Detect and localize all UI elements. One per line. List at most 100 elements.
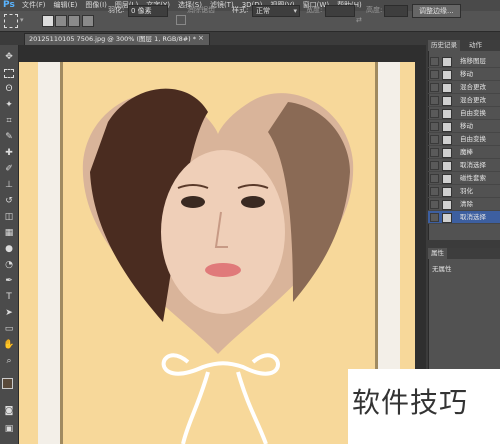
history-step-icon bbox=[442, 213, 452, 223]
history-state-checkbox[interactable] bbox=[430, 70, 439, 79]
swap-icon[interactable]: ⇄ bbox=[356, 14, 362, 26]
path-select-icon[interactable]: ➤ bbox=[3, 307, 15, 319]
history-state-checkbox[interactable] bbox=[430, 213, 439, 222]
history-item[interactable]: 拖移图层 bbox=[428, 55, 500, 68]
add-selection-icon[interactable] bbox=[55, 15, 67, 27]
history-step-icon bbox=[442, 187, 452, 197]
new-selection-icon[interactable] bbox=[42, 15, 54, 27]
eyedropper-icon[interactable]: ✎ bbox=[3, 131, 15, 143]
history-step-icon bbox=[442, 135, 452, 145]
crop-tool-icon[interactable]: ⌗ bbox=[3, 115, 15, 127]
history-state-checkbox[interactable] bbox=[430, 96, 439, 105]
intersect-selection-icon[interactable] bbox=[82, 15, 94, 27]
gradient-tool-icon[interactable]: ▦ bbox=[3, 227, 15, 239]
history-step-icon bbox=[442, 174, 452, 184]
properties-content: 无属性 bbox=[432, 265, 452, 273]
feather-input[interactable]: 0 像素 bbox=[128, 5, 168, 17]
history-item-label: 自由变换 bbox=[460, 135, 486, 143]
history-item[interactable]: 移动 bbox=[428, 68, 500, 81]
move-tool-icon[interactable]: ✥ bbox=[3, 51, 15, 63]
refine-edge-button[interactable]: 调整边缘... bbox=[412, 4, 461, 18]
type-tool-icon[interactable]: T bbox=[3, 291, 15, 303]
history-item[interactable]: 取消选择 bbox=[428, 159, 500, 172]
history-item[interactable]: 羽化 bbox=[428, 185, 500, 198]
feather-value: 0 像素 bbox=[131, 7, 152, 15]
healing-brush-icon[interactable]: ✚ bbox=[3, 147, 15, 159]
history-step-icon bbox=[442, 109, 452, 119]
chevron-down-icon[interactable]: ▾ bbox=[20, 14, 25, 26]
history-item-label: 混合更改 bbox=[460, 96, 486, 104]
tab-history[interactable]: 历史记录 bbox=[428, 40, 460, 51]
brush-tool-icon[interactable]: ✐ bbox=[3, 163, 15, 175]
tab-properties[interactable]: 属性 bbox=[428, 248, 447, 259]
history-item-label: 取消选择 bbox=[460, 161, 486, 169]
history-item[interactable]: 清除 bbox=[428, 198, 500, 211]
history-item-label: 拖移图层 bbox=[460, 57, 486, 65]
subtract-selection-icon[interactable] bbox=[68, 15, 80, 27]
history-state-checkbox[interactable] bbox=[430, 200, 439, 209]
history-state-checkbox[interactable] bbox=[430, 109, 439, 118]
history-item[interactable]: 磁性套索 bbox=[428, 172, 500, 185]
history-state-checkbox[interactable] bbox=[430, 187, 439, 196]
history-step-icon bbox=[442, 200, 452, 210]
marquee-tool-icon[interactable] bbox=[3, 67, 15, 79]
antialias-checkbox[interactable] bbox=[176, 15, 186, 25]
toolbox: ✥ ʘ ✦ ⌗ ✎ ✚ ✐ ⊥ ↺ ◫ ▦ ● ◔ ✒ T ➤ ▭ ✋ ⌕ ◙ … bbox=[0, 45, 19, 444]
eraser-icon[interactable]: ◫ bbox=[3, 211, 15, 223]
tab-actions[interactable]: 动作 bbox=[466, 40, 485, 51]
properties-tab-bar: 属性 bbox=[428, 248, 500, 259]
shape-tool-icon[interactable]: ▭ bbox=[3, 323, 15, 335]
history-state-checkbox[interactable] bbox=[430, 148, 439, 157]
style-value: 正常 bbox=[256, 7, 270, 15]
history-state-checkbox[interactable] bbox=[430, 161, 439, 170]
height-input[interactable] bbox=[384, 5, 408, 17]
history-item[interactable]: 混合更改 bbox=[428, 81, 500, 94]
magic-wand-icon[interactable]: ✦ bbox=[3, 99, 15, 111]
history-item-label: 自由变换 bbox=[460, 109, 486, 117]
history-step-icon bbox=[442, 122, 452, 132]
foreground-color-swatch[interactable] bbox=[2, 378, 13, 389]
history-item-label: 取消选择 bbox=[460, 213, 486, 221]
history-item[interactable]: 移动 bbox=[428, 120, 500, 133]
history-item[interactable]: 自由变换 bbox=[428, 107, 500, 120]
history-item-label: 磁性套索 bbox=[460, 174, 486, 182]
menu-edit[interactable]: 编辑(E) bbox=[54, 0, 78, 11]
close-icon[interactable]: × bbox=[198, 33, 204, 44]
dodge-tool-icon[interactable]: ◔ bbox=[3, 259, 15, 271]
history-brush-icon[interactable]: ↺ bbox=[3, 195, 15, 207]
marquee-tool-icon[interactable] bbox=[4, 14, 18, 28]
style-select[interactable]: 正常 ▾ bbox=[252, 5, 300, 17]
history-step-icon bbox=[442, 148, 452, 158]
width-input[interactable] bbox=[325, 5, 355, 17]
history-item-label: 混合更改 bbox=[460, 83, 486, 91]
clone-stamp-icon[interactable]: ⊥ bbox=[3, 179, 15, 191]
menu-image[interactable]: 图像(I) bbox=[85, 0, 107, 11]
menu-file[interactable]: 文件(F) bbox=[22, 0, 46, 11]
history-state-checkbox[interactable] bbox=[430, 57, 439, 66]
blur-tool-icon[interactable]: ● bbox=[3, 243, 15, 255]
hand-tool-icon[interactable]: ✋ bbox=[3, 339, 15, 351]
document-tab[interactable]: 20125110105 7506.jpg @ 300% (图层 1, RGB/8… bbox=[24, 33, 210, 45]
heart-photo-artwork bbox=[38, 62, 400, 444]
quick-mask-icon[interactable]: ◙ bbox=[3, 405, 15, 417]
lasso-tool-icon[interactable]: ʘ bbox=[3, 83, 15, 95]
pen-tool-icon[interactable]: ✒ bbox=[3, 275, 15, 287]
photoshop-logo: Ps bbox=[3, 0, 15, 10]
chevron-down-icon: ▾ bbox=[293, 7, 297, 15]
history-state-checkbox[interactable] bbox=[430, 83, 439, 92]
history-state-checkbox[interactable] bbox=[430, 122, 439, 131]
history-item-label: 移动 bbox=[460, 70, 473, 78]
history-item[interactable]: 混合更改 bbox=[428, 94, 500, 107]
width-label: 宽度: bbox=[306, 6, 323, 14]
history-step-icon bbox=[442, 70, 452, 80]
style-label: 样式: bbox=[232, 6, 249, 14]
history-state-checkbox[interactable] bbox=[430, 174, 439, 183]
history-item-label: 羽化 bbox=[460, 187, 473, 195]
history-item[interactable]: 取消选择 bbox=[428, 211, 500, 224]
history-item[interactable]: 自由变换 bbox=[428, 133, 500, 146]
history-item[interactable]: 魔棒 bbox=[428, 146, 500, 159]
history-state-checkbox[interactable] bbox=[430, 135, 439, 144]
screen-mode-icon[interactable]: ▣ bbox=[3, 423, 15, 435]
zoom-tool-icon[interactable]: ⌕ bbox=[3, 355, 15, 367]
height-label: 高度: bbox=[366, 6, 383, 14]
